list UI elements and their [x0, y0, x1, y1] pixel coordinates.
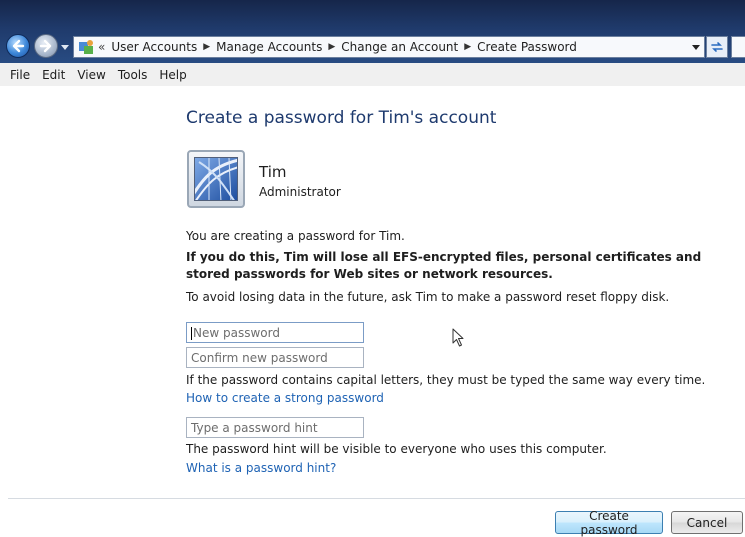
search-input[interactable] — [731, 36, 745, 58]
menu-help[interactable]: Help — [153, 68, 192, 82]
breadcrumb-change-account[interactable]: Change an Account — [341, 40, 458, 54]
breadcrumb-separator-icon[interactable]: ▶ — [328, 42, 335, 52]
breadcrumb: « User Accounts ▶ Manage Accounts ▶ Chan… — [98, 40, 577, 54]
warning-text: If you do this, Tim will lose all EFS-en… — [186, 250, 702, 281]
confirm-password-placeholder: Confirm new password — [191, 351, 328, 365]
breadcrumb-overflow[interactable]: « — [98, 40, 105, 54]
password-hint-field[interactable]: Type a password hint — [186, 417, 364, 438]
strong-password-link[interactable]: How to create a strong password — [186, 391, 384, 405]
back-arrow-icon — [12, 39, 25, 53]
cancel-button[interactable]: Cancel — [671, 511, 743, 534]
address-dropdown-icon[interactable] — [692, 43, 700, 51]
text-caret — [191, 327, 192, 340]
user-name: Tim — [259, 163, 287, 181]
confirm-password-field[interactable]: Confirm new password — [186, 347, 364, 368]
page-title: Create a password for Tim's account — [186, 108, 497, 128]
menu-file[interactable]: File — [4, 68, 36, 82]
breadcrumb-separator-icon[interactable]: ▶ — [464, 42, 471, 52]
intro-text: You are creating a password for Tim. — [186, 229, 405, 243]
navigation-bar: « User Accounts ▶ Manage Accounts ▶ Chan… — [0, 32, 745, 62]
refresh-button[interactable] — [706, 36, 728, 58]
create-password-button[interactable]: Create password — [555, 509, 663, 537]
menu-bar: File Edit View Tools Help — [0, 63, 745, 86]
breadcrumb-separator-icon[interactable]: ▶ — [203, 42, 210, 52]
back-button[interactable] — [6, 34, 30, 58]
new-password-field[interactable]: New password — [186, 322, 364, 343]
control-panel-icon — [79, 40, 93, 54]
address-bar[interactable]: « User Accounts ▶ Manage Accounts ▶ Chan… — [73, 36, 705, 58]
menu-edit[interactable]: Edit — [36, 68, 71, 82]
password-hint-link[interactable]: What is a password hint? — [186, 461, 336, 475]
footer-divider — [8, 498, 745, 499]
mouse-cursor-icon — [452, 328, 464, 347]
user-picture-icon — [187, 150, 245, 208]
hint-placeholder: Type a password hint — [191, 421, 318, 435]
user-role: Administrator — [259, 185, 341, 199]
breadcrumb-manage-accounts[interactable]: Manage Accounts — [216, 40, 322, 54]
advice-text: To avoid losing data in the future, ask … — [186, 290, 670, 304]
breadcrumb-user-accounts[interactable]: User Accounts — [111, 40, 197, 54]
menu-tools[interactable]: Tools — [112, 68, 154, 82]
menu-view[interactable]: View — [71, 68, 111, 82]
hint-note: The password hint will be visible to eve… — [186, 442, 607, 456]
caps-note: If the password contains capital letters… — [186, 373, 706, 387]
forward-button[interactable] — [34, 34, 58, 58]
recent-pages-dropdown[interactable] — [61, 43, 69, 51]
new-password-placeholder: New password — [193, 326, 280, 340]
breadcrumb-create-password[interactable]: Create Password — [477, 40, 577, 54]
forward-arrow-icon — [39, 39, 52, 53]
refresh-icon — [711, 42, 723, 52]
